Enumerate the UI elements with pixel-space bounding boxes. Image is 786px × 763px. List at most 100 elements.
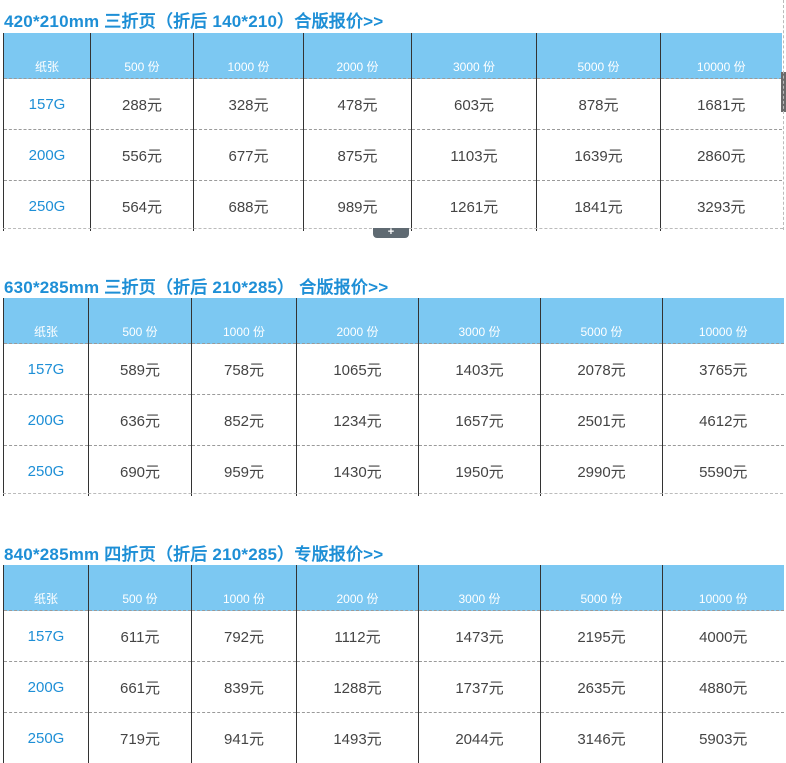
price-cell: 1288元 xyxy=(296,661,419,713)
paper-cell: 250G xyxy=(3,445,89,496)
price-cell: 1234元 xyxy=(296,394,419,446)
price-cell: 564元 xyxy=(90,180,194,231)
price-cell: 1112元 xyxy=(296,610,419,662)
table-row: 250G 564元 688元 989元 1261元 1841元 3293元 xyxy=(3,180,782,231)
price-cell: 2990元 xyxy=(540,445,663,496)
price-cell: 3146元 xyxy=(540,712,663,763)
header-cell: 1000 份 xyxy=(191,298,297,344)
table-header-row: 纸张 500 份 1000 份 2000 份 3000 份 5000 份 100… xyxy=(3,33,782,79)
table-row: 250G 690元 959元 1430元 1950元 2990元 5590元 xyxy=(3,445,784,496)
price-cell: 690元 xyxy=(88,445,192,496)
section-divider xyxy=(3,493,783,494)
price-cell: 2501元 xyxy=(540,394,663,446)
price-cell: 5903元 xyxy=(662,712,784,763)
price-cell: 1261元 xyxy=(411,180,537,231)
price-cell: 2044元 xyxy=(418,712,541,763)
header-cell: 1000 份 xyxy=(191,565,297,611)
header-cell: 500 份 xyxy=(90,33,194,79)
price-cell: 603元 xyxy=(411,78,537,130)
price-cell: 2635元 xyxy=(540,661,663,713)
price-cell: 288元 xyxy=(90,78,194,130)
header-cell: 2000 份 xyxy=(296,298,419,344)
table-header-row: 纸张 500 份 1000 份 2000 份 3000 份 5000 份 100… xyxy=(3,565,784,611)
header-cell: 2000 份 xyxy=(296,565,419,611)
section-title: 840*285mm 四折页（折后 210*285）专版报价>> xyxy=(4,545,384,564)
price-cell: 989元 xyxy=(303,180,412,231)
price-cell: 1657元 xyxy=(418,394,541,446)
table-row: 200G 636元 852元 1234元 1657元 2501元 4612元 xyxy=(3,394,784,446)
paper-cell: 157G xyxy=(3,78,91,130)
price-cell: 758元 xyxy=(191,343,297,395)
price-cell: 328元 xyxy=(193,78,304,130)
price-cell: 4880元 xyxy=(662,661,784,713)
section-title: 420*210mm 三折页（折后 140*210）合版报价>> xyxy=(4,12,384,31)
header-cell: 5000 份 xyxy=(540,565,663,611)
price-table: 纸张 500 份 1000 份 2000 份 3000 份 5000 份 100… xyxy=(3,298,784,496)
table-row: 200G 556元 677元 875元 1103元 1639元 2860元 xyxy=(3,129,782,181)
header-cell: 3000 份 xyxy=(418,298,541,344)
header-cell: 10000 份 xyxy=(662,565,784,611)
price-cell: 5590元 xyxy=(662,445,784,496)
price-table: 纸张 500 份 1000 份 2000 份 3000 份 5000 份 100… xyxy=(3,565,784,763)
price-cell: 3765元 xyxy=(662,343,784,395)
header-cell: 1000 份 xyxy=(193,33,304,79)
price-cell: 1430元 xyxy=(296,445,419,496)
price-cell: 1681元 xyxy=(660,78,782,130)
price-cell: 1950元 xyxy=(418,445,541,496)
price-cell: 1639元 xyxy=(536,129,661,181)
header-cell: 纸张 xyxy=(3,33,91,79)
header-cell: 500 份 xyxy=(88,298,192,344)
paper-cell: 200G xyxy=(3,129,91,181)
price-cell: 611元 xyxy=(88,610,192,662)
header-cell: 3000 份 xyxy=(418,565,541,611)
header-cell: 500 份 xyxy=(88,565,192,611)
table-header-row: 纸张 500 份 1000 份 2000 份 3000 份 5000 份 100… xyxy=(3,298,784,344)
header-cell: 3000 份 xyxy=(411,33,537,79)
price-cell: 875元 xyxy=(303,129,412,181)
price-cell: 478元 xyxy=(303,78,412,130)
paper-cell: 250G xyxy=(3,712,89,763)
price-cell: 4000元 xyxy=(662,610,784,662)
price-cell: 941元 xyxy=(191,712,297,763)
header-cell: 纸张 xyxy=(3,298,89,344)
price-cell: 1841元 xyxy=(536,180,661,231)
paper-cell: 250G xyxy=(3,180,91,231)
price-cell: 719元 xyxy=(88,712,192,763)
table-row: 157G 589元 758元 1065元 1403元 2078元 3765元 xyxy=(3,343,784,395)
header-cell: 10000 份 xyxy=(660,33,782,79)
header-cell: 纸张 xyxy=(3,565,89,611)
plus-icon[interactable]: + xyxy=(373,227,409,238)
price-cell: 852元 xyxy=(191,394,297,446)
price-cell: 688元 xyxy=(193,180,304,231)
price-cell: 1737元 xyxy=(418,661,541,713)
price-cell: 4612元 xyxy=(662,394,784,446)
price-cell: 2195元 xyxy=(540,610,663,662)
table-row: 200G 661元 839元 1288元 1737元 2635元 4880元 xyxy=(3,661,784,713)
price-cell: 677元 xyxy=(193,129,304,181)
header-cell: 2000 份 xyxy=(303,33,412,79)
header-cell: 5000 份 xyxy=(536,33,661,79)
paper-cell: 157G xyxy=(3,343,89,395)
price-cell: 556元 xyxy=(90,129,194,181)
frame-border xyxy=(783,0,784,230)
paper-cell: 200G xyxy=(3,394,89,446)
price-cell: 1065元 xyxy=(296,343,419,395)
header-cell: 5000 份 xyxy=(540,298,663,344)
section-title: 630*285mm 三折页（折后 210*285） 合版报价>> xyxy=(4,278,389,297)
header-cell: 10000 份 xyxy=(662,298,784,344)
table-row: 157G 611元 792元 1112元 1473元 2195元 4000元 xyxy=(3,610,784,662)
price-cell: 878元 xyxy=(536,78,661,130)
paper-cell: 200G xyxy=(3,661,89,713)
price-cell: 2860元 xyxy=(660,129,782,181)
price-table: 纸张 500 份 1000 份 2000 份 3000 份 5000 份 100… xyxy=(3,33,782,231)
price-cell: 3293元 xyxy=(660,180,782,231)
price-cell: 1403元 xyxy=(418,343,541,395)
price-cell: 792元 xyxy=(191,610,297,662)
price-cell: 589元 xyxy=(88,343,192,395)
price-cell: 1493元 xyxy=(296,712,419,763)
price-cell: 1473元 xyxy=(418,610,541,662)
price-cell: 839元 xyxy=(191,661,297,713)
price-cell: 959元 xyxy=(191,445,297,496)
price-cell: 2078元 xyxy=(540,343,663,395)
price-cell: 636元 xyxy=(88,394,192,446)
